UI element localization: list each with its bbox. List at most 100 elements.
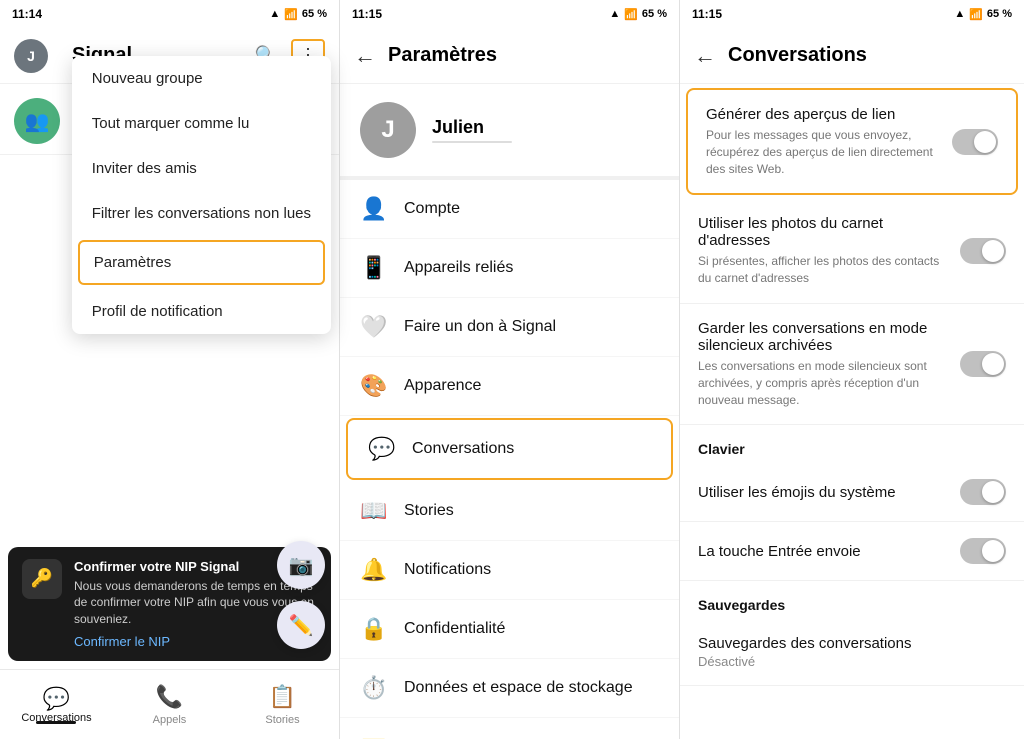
setting-backup-sub: Désactivé xyxy=(698,654,1006,669)
nav-indicator xyxy=(36,721,76,724)
status-icons-left: ▲ 📶 65 % xyxy=(269,8,327,21)
fab-container: 📷 ✏️ xyxy=(277,541,325,649)
nav-stories-label: Stories xyxy=(265,714,299,726)
dropdown-item-notif-profile[interactable]: Profil de notification xyxy=(72,289,331,334)
section-keyboard: Clavier xyxy=(680,425,1024,463)
setting-link-preview[interactable]: Générer des aperçus de lien Pour les mes… xyxy=(686,88,1018,195)
calls-icon: 📞 xyxy=(156,684,183,710)
battery-right: 65 % xyxy=(987,8,1012,20)
stories-label: Stories xyxy=(404,502,454,520)
wifi-icon-right: ▲ xyxy=(954,8,965,20)
nav-calls[interactable]: 📞 Appels xyxy=(113,670,226,739)
dropdown-item-filter[interactable]: Filtrer les conversations non lues xyxy=(72,191,331,236)
right-header: ← Conversations xyxy=(680,28,1024,84)
settings-data[interactable]: ⏱️ Données et espace de stockage xyxy=(340,659,679,718)
devices-icon: 📱 xyxy=(360,255,388,281)
time-right: 11:15 xyxy=(692,7,722,21)
data-icon: ⏱️ xyxy=(360,675,388,701)
dropdown-item-invite[interactable]: Inviter des amis xyxy=(72,146,331,191)
notifications-icon: 🔔 xyxy=(360,557,388,583)
setting-enter-sends-title: La touche Entrée envoie xyxy=(698,543,948,560)
setting-system-emoji-title: Utiliser les émojis du système xyxy=(698,484,948,501)
conversations-settings: Générer des aperçus de lien Pour les mes… xyxy=(680,84,1024,739)
devices-label: Appareils reliés xyxy=(404,259,513,277)
settings-header: ← Paramètres xyxy=(340,28,679,84)
setting-contact-photos-desc: Si présentes, afficher les photos des co… xyxy=(698,253,948,287)
signal-icon-mid: 📶 xyxy=(624,8,638,21)
settings-notifications[interactable]: 🔔 Notifications xyxy=(340,541,679,600)
dropdown-item-mark-read[interactable]: Tout marquer comme lu xyxy=(72,101,331,146)
setting-enter-sends[interactable]: La touche Entrée envoie xyxy=(680,522,1024,581)
setting-silent-archived-desc: Les conversations en mode silencieux son… xyxy=(698,358,948,408)
setting-contact-photos[interactable]: Utiliser les photos du carnet d'adresses… xyxy=(680,199,1024,304)
profile-avatar: J xyxy=(360,102,416,158)
wifi-icon-mid: ▲ xyxy=(609,8,620,20)
signal-icon-right: 📶 xyxy=(969,8,983,21)
setting-link-preview-desc: Pour les messages que vous envoyez, récu… xyxy=(706,127,940,177)
setting-silent-archived-title: Garder les conversations en mode silenci… xyxy=(698,320,948,354)
setting-backup-text: Sauvegardes des conversations Désactivé xyxy=(698,635,1006,669)
profile-name: Julien xyxy=(432,117,512,138)
settings-payments[interactable]: 💳 Paiements xyxy=(340,718,679,739)
settings-back-button[interactable]: ← xyxy=(354,43,376,69)
appearance-icon: 🎨 xyxy=(360,373,388,399)
profile-sub xyxy=(432,141,512,143)
setting-silent-archived-text: Garder les conversations en mode silenci… xyxy=(698,320,948,408)
right-title: Conversations xyxy=(728,44,867,67)
battery-mid: 65 % xyxy=(642,8,667,20)
conversations-icon: 💬 xyxy=(368,436,396,462)
setting-silent-archived[interactable]: Garder les conversations en mode silenci… xyxy=(680,304,1024,425)
nav-calls-label: Appels xyxy=(153,714,187,726)
notifications-label: Notifications xyxy=(404,561,491,579)
compose-fab[interactable]: ✏️ xyxy=(277,601,325,649)
data-label: Données et espace de stockage xyxy=(404,679,633,697)
battery-left: 65 % xyxy=(302,8,327,20)
camera-fab[interactable]: 📷 xyxy=(277,541,325,589)
left-panel: 11:14 ▲ 📶 65 % J Signal 🔍 ⋮ Nouveau grou… xyxy=(0,0,340,739)
status-bar-left: 11:14 ▲ 📶 65 % xyxy=(0,0,339,28)
settings-appearance[interactable]: 🎨 Apparence xyxy=(340,357,679,416)
nav-stories[interactable]: 📋 Stories xyxy=(226,670,339,739)
toggle-silent-archived[interactable] xyxy=(960,351,1006,377)
donate-icon: 🤍 xyxy=(360,314,388,340)
conversations-icon: 💬 xyxy=(43,686,70,712)
section-backups: Sauvegardes xyxy=(680,581,1024,619)
settings-stories[interactable]: 📖 Stories xyxy=(340,482,679,541)
time-left: 11:14 xyxy=(12,7,42,21)
conv-avatar: 👥 xyxy=(14,98,60,144)
bottom-nav: 💬 Conversations 📞 Appels 📋 Stories xyxy=(0,669,339,739)
nav-conversations[interactable]: 💬 Conversations xyxy=(0,670,113,739)
settings-list: 👤 Compte 📱 Appareils reliés 🤍 Faire un d… xyxy=(340,180,679,739)
setting-link-preview-title: Générer des aperçus de lien xyxy=(706,106,940,123)
right-panel: 11:15 ▲ 📶 65 % ← Conversations Générer d… xyxy=(680,0,1024,739)
notif-icon: 🔑 xyxy=(22,559,62,599)
toggle-system-emoji[interactable] xyxy=(960,479,1006,505)
account-icon: 👤 xyxy=(360,196,388,222)
settings-conversations[interactable]: 💬 Conversations xyxy=(346,418,673,480)
privacy-icon: 🔒 xyxy=(360,616,388,642)
avatar: J xyxy=(14,39,48,73)
setting-system-emoji-text: Utiliser les émojis du système xyxy=(698,484,948,501)
toggle-contact-photos[interactable] xyxy=(960,238,1006,264)
settings-profile[interactable]: J Julien xyxy=(340,84,679,180)
privacy-label: Confidentialité xyxy=(404,620,505,638)
wifi-icon: ▲ xyxy=(269,8,280,20)
toggle-link-preview[interactable] xyxy=(952,129,998,155)
dropdown-item-settings[interactable]: Paramètres xyxy=(78,240,325,285)
settings-title: Paramètres xyxy=(388,44,665,67)
mid-panel: 11:15 ▲ 📶 65 % ← Paramètres J Julien 👤 C… xyxy=(340,0,680,739)
settings-devices[interactable]: 📱 Appareils reliés xyxy=(340,239,679,298)
appearance-label: Apparence xyxy=(404,377,481,395)
dropdown-item-new-group[interactable]: Nouveau groupe xyxy=(72,56,331,101)
right-back-button[interactable]: ← xyxy=(694,43,716,69)
settings-donate[interactable]: 🤍 Faire un don à Signal xyxy=(340,298,679,357)
setting-system-emoji[interactable]: Utiliser les émojis du système xyxy=(680,463,1024,522)
setting-contact-photos-title: Utiliser les photos du carnet d'adresses xyxy=(698,215,948,249)
settings-privacy[interactable]: 🔒 Confidentialité xyxy=(340,600,679,659)
dropdown-menu: Nouveau groupe Tout marquer comme lu Inv… xyxy=(72,56,331,334)
setting-backup-conversations[interactable]: Sauvegardes des conversations Désactivé xyxy=(680,619,1024,686)
settings-account[interactable]: 👤 Compte xyxy=(340,180,679,239)
donate-label: Faire un don à Signal xyxy=(404,318,556,336)
toggle-enter-sends[interactable] xyxy=(960,538,1006,564)
setting-link-preview-text: Générer des aperçus de lien Pour les mes… xyxy=(706,106,940,177)
